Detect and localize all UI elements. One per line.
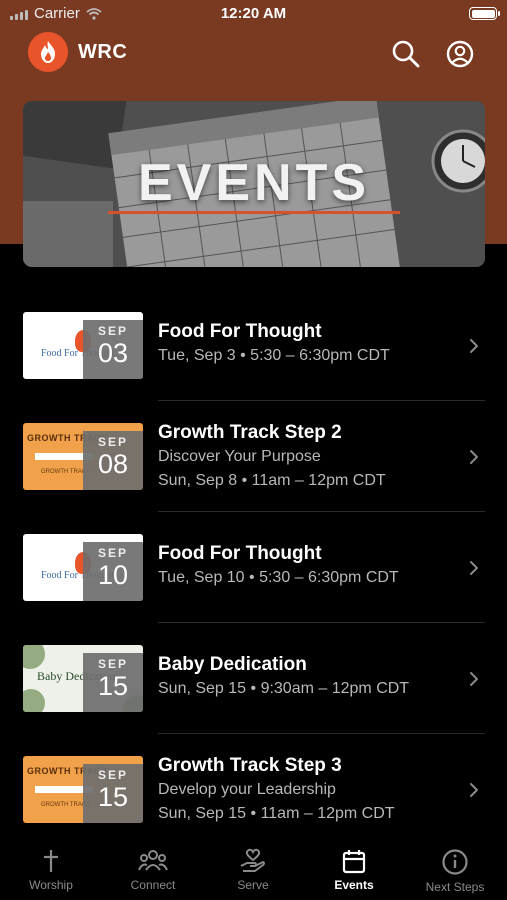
app-bar: WRC [0, 30, 507, 76]
date-badge: SEP 15 [83, 653, 143, 712]
date-day: 10 [97, 560, 129, 590]
event-text: Baby Dedication Sun, Sep 15 • 9:30am – 12… [158, 653, 458, 701]
events-banner: EVENTS [23, 101, 485, 267]
tab-connect[interactable]: Connect [103, 840, 203, 900]
profile-icon[interactable] [444, 38, 476, 70]
event-subtitle: Sun, Sep 8 • 11am – 12pm CDT [158, 472, 386, 489]
date-badge: SEP 10 [83, 542, 143, 601]
tab-label: Worship [29, 878, 73, 892]
date-day: 08 [97, 449, 129, 479]
chevron-right-icon [470, 561, 478, 575]
event-list: Food For Thought SEP 03 Food For Thought Tue… [0, 290, 507, 845]
event-text: Growth Track Step 2 Discover Your Purpose… [158, 421, 458, 493]
chevron-right-icon [470, 783, 478, 797]
tab-events[interactable]: Events [304, 840, 404, 900]
event-subtitle: Develop your Leadership [158, 781, 336, 798]
event-thumbnail: GROWTH TRACK GROWTH TRACK SEP 15 [23, 756, 143, 823]
event-title: Food For Thought [158, 543, 322, 564]
chevron-right-icon [470, 339, 478, 353]
battery-icon [469, 7, 500, 20]
event-row[interactable]: GROWTH TRACK GROWTH TRACK SEP 15 Growth Trac… [0, 734, 507, 845]
status-bar: Carrier 12:20 AM [0, 0, 507, 28]
date-month: SEP [97, 324, 128, 338]
event-thumbnail: Baby Dedication SEP 15 [23, 645, 143, 712]
banner-underline [108, 211, 400, 214]
event-thumbnail: Food For Thought SEP 10 [23, 534, 143, 601]
date-day: 03 [97, 338, 129, 368]
chevron-right-icon [470, 450, 478, 464]
tab-bar: Worship Connect Serve Events Next Steps [0, 840, 507, 900]
event-subtitle: Discover Your Purpose [158, 448, 321, 465]
event-text: Food For Thought Tue, Sep 10 • 5:30 – 6:3… [158, 542, 458, 590]
app-logo[interactable] [28, 32, 68, 72]
event-subtitle: Sun, Sep 15 • 11am – 12pm CDT [158, 805, 395, 822]
event-thumbnail: Food For Thought SEP 03 [23, 312, 143, 379]
flame-logo-icon [41, 41, 55, 63]
event-thumbnail: GROWTH TRACK GROWTH TRACK SEP 08 [23, 423, 143, 490]
app-title: WRC [78, 41, 128, 63]
event-title: Growth Track Step 2 [158, 422, 342, 443]
event-text: Growth Track Step 3 Develop your Leadersh… [158, 754, 458, 826]
date-month: SEP [97, 435, 128, 449]
date-month: SEP [97, 768, 128, 782]
people-icon [103, 848, 203, 874]
tab-next-steps[interactable]: Next Steps [405, 840, 505, 900]
event-row[interactable]: Food For Thought SEP 03 Food For Thought Tue… [0, 290, 507, 401]
search-icon[interactable] [390, 38, 422, 70]
event-subtitle: Sun, Sep 15 • 9:30am – 12pm CDT [158, 680, 410, 697]
calendar-icon [304, 848, 404, 874]
tab-worship[interactable]: Worship [1, 840, 101, 900]
cross-icon [1, 848, 101, 874]
banner-title: EVENTS [137, 154, 371, 212]
tab-label: Serve [237, 878, 269, 892]
info-icon [405, 848, 505, 876]
event-title: Baby Dedication [158, 654, 307, 675]
event-subtitle: Tue, Sep 3 • 5:30 – 6:30pm CDT [158, 347, 390, 364]
date-day: 15 [97, 782, 129, 812]
date-day: 15 [97, 671, 129, 701]
date-month: SEP [97, 546, 128, 560]
tab-serve[interactable]: Serve [203, 840, 303, 900]
status-time: 12:20 AM [220, 5, 287, 22]
tab-label: Next Steps [425, 880, 485, 894]
event-text: Food For Thought Tue, Sep 3 • 5:30 – 6:30… [158, 320, 458, 368]
date-badge: SEP 08 [83, 431, 143, 490]
tab-label: Connect [130, 878, 176, 892]
chevron-right-icon [470, 672, 478, 686]
date-month: SEP [97, 657, 128, 671]
event-row[interactable]: GROWTH TRACK GROWTH TRACK SEP 08 Growth Trac… [0, 401, 507, 512]
event-row[interactable]: Baby Dedication SEP 15 Baby Dedication Sun, … [0, 623, 507, 734]
event-subtitle: Tue, Sep 10 • 5:30 – 6:30pm CDT [158, 569, 399, 586]
event-row[interactable]: Food For Thought SEP 10 Food For Thought Tue… [0, 512, 507, 623]
hand-heart-icon [203, 848, 303, 874]
event-title: Growth Track Step 3 [158, 755, 342, 776]
tab-label: Events [334, 878, 374, 892]
event-title: Food For Thought [158, 321, 322, 342]
date-badge: SEP 15 [83, 764, 143, 823]
date-badge: SEP 03 [83, 320, 143, 379]
